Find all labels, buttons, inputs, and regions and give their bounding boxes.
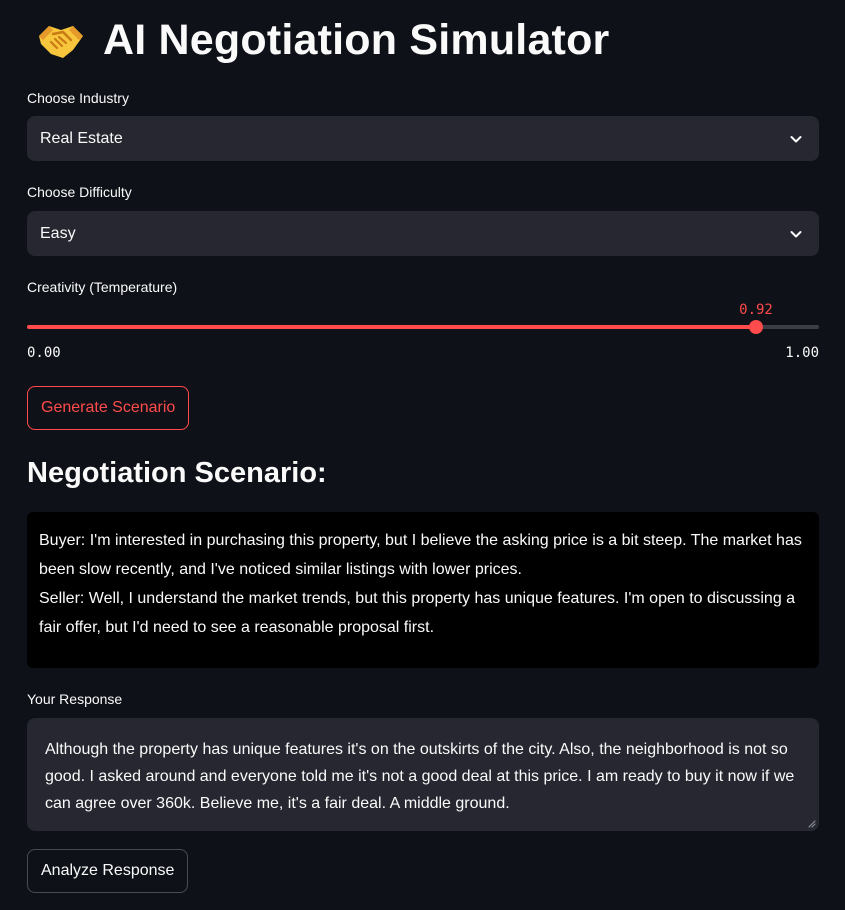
- scenario-heading: Negotiation Scenario:: [27, 457, 327, 489]
- slider-value: 0.92: [739, 302, 773, 318]
- difficulty-selected-value: Easy: [40, 224, 76, 242]
- slider-min-label: 0.00: [27, 345, 61, 361]
- analyze-response-button[interactable]: Analyze Response: [27, 849, 189, 893]
- response-label: Your Response: [27, 691, 123, 707]
- industry-selected-value: Real Estate: [40, 129, 123, 147]
- page-title: AI Negotiation Simulator: [33, 12, 609, 68]
- chevron-down-icon: [790, 135, 802, 142]
- scenario-seller-line: Seller: Well, I understand the market tr…: [39, 590, 796, 636]
- slider-thumb[interactable]: [749, 320, 763, 334]
- industry-select[interactable]: Real Estate: [27, 116, 819, 161]
- handshake-icon: [39, 26, 83, 58]
- creativity-label: Creativity (Temperature): [27, 279, 178, 295]
- generate-scenario-button[interactable]: Generate Scenario: [27, 386, 190, 430]
- page-title-text: AI Negotiation Simulator: [103, 15, 610, 64]
- app-page: AI Negotiation Simulator Choose Industry…: [0, 0, 845, 910]
- slider-track[interactable]: [27, 325, 819, 329]
- chevron-down-icon: [790, 230, 802, 237]
- scenario-buyer-line: Buyer: I'm interested in purchasing this…: [39, 532, 802, 578]
- creativity-slider[interactable]: 0.92 0.00 1.00: [27, 300, 819, 370]
- slider-track-fill: [27, 325, 756, 329]
- response-textarea[interactable]: Although the property has unique feature…: [27, 718, 819, 831]
- industry-label: Choose Industry: [27, 90, 129, 106]
- resize-handle-icon[interactable]: [806, 818, 816, 828]
- response-text: Although the property has unique feature…: [45, 741, 795, 812]
- difficulty-label: Choose Difficulty: [27, 184, 132, 200]
- difficulty-select[interactable]: Easy: [27, 211, 819, 256]
- scenario-text-box: Buyer: I'm interested in purchasing this…: [27, 512, 819, 668]
- slider-max-label: 1.00: [785, 345, 819, 361]
